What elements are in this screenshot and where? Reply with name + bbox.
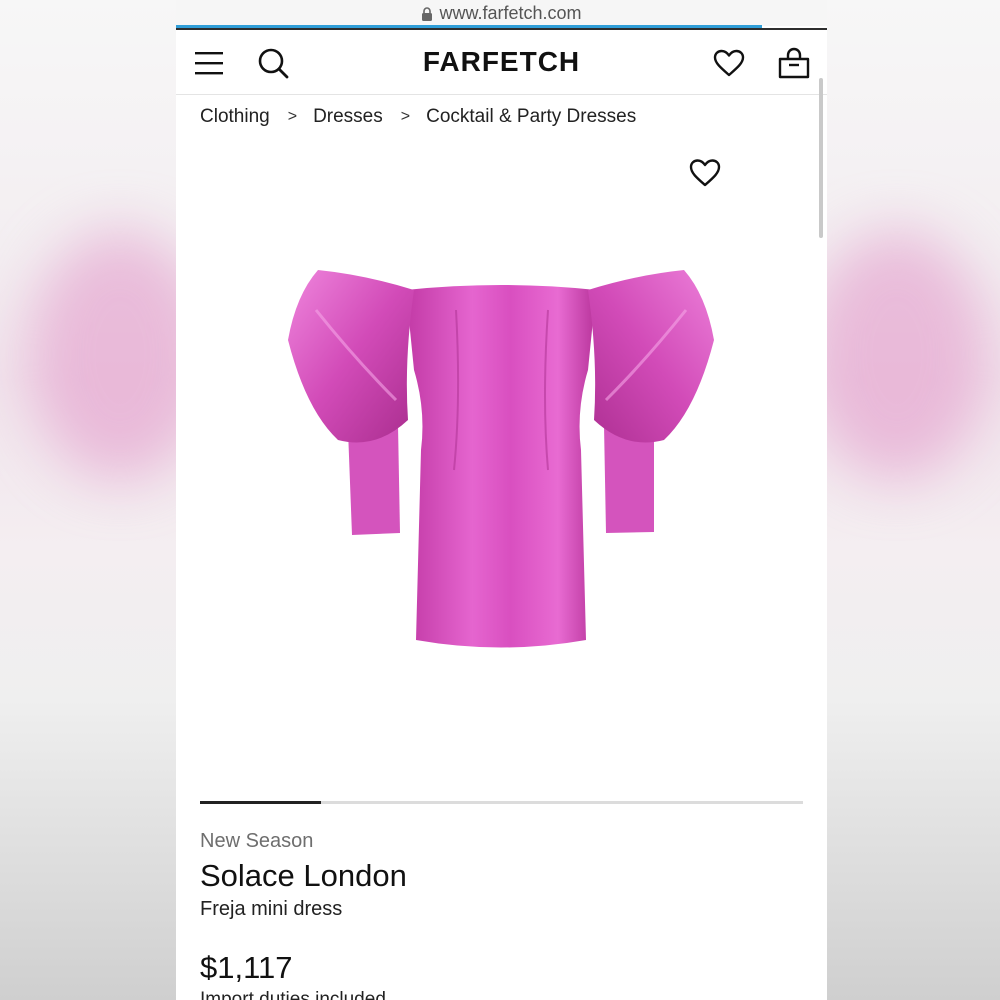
breadcrumb-clothing[interactable]: Clothing <box>200 106 270 128</box>
product-brand[interactable]: Solace London <box>200 858 407 894</box>
heart-icon <box>689 159 721 187</box>
wishlist-button[interactable] <box>712 46 746 80</box>
mobile-page: www.farfetch.com FARFETCH Clothing > Dre… <box>176 0 827 1000</box>
lock-icon <box>422 7 433 21</box>
breadcrumb: Clothing > Dresses > Cocktail & Party Dr… <box>200 106 636 128</box>
product-price: $1,117 <box>200 950 293 985</box>
bag-button[interactable] <box>777 46 811 80</box>
shopping-bag-icon <box>778 47 810 79</box>
breadcrumb-separator: > <box>400 108 411 125</box>
breadcrumb-dresses[interactable]: Dresses <box>313 106 383 128</box>
site-header: FARFETCH <box>176 30 827 95</box>
backdrop-left <box>0 0 176 1000</box>
scrollbar[interactable] <box>819 78 823 238</box>
gallery-progress-fill <box>200 801 321 804</box>
breadcrumb-separator: > <box>287 108 298 125</box>
breadcrumb-cocktail-party-dresses[interactable]: Cocktail & Party Dresses <box>426 106 636 128</box>
gallery-progress[interactable] <box>200 801 803 804</box>
url-bar[interactable]: www.farfetch.com <box>176 0 827 28</box>
url-text: www.farfetch.com <box>439 2 582 23</box>
new-season-badge: New Season <box>200 830 314 852</box>
product-name: Freja mini dress <box>200 898 343 920</box>
heart-icon <box>713 49 745 77</box>
add-to-wishlist-button[interactable] <box>689 158 721 188</box>
product-image[interactable] <box>276 250 726 670</box>
backdrop-right <box>827 0 1000 1000</box>
duties-note: Import duties included <box>200 989 386 1000</box>
